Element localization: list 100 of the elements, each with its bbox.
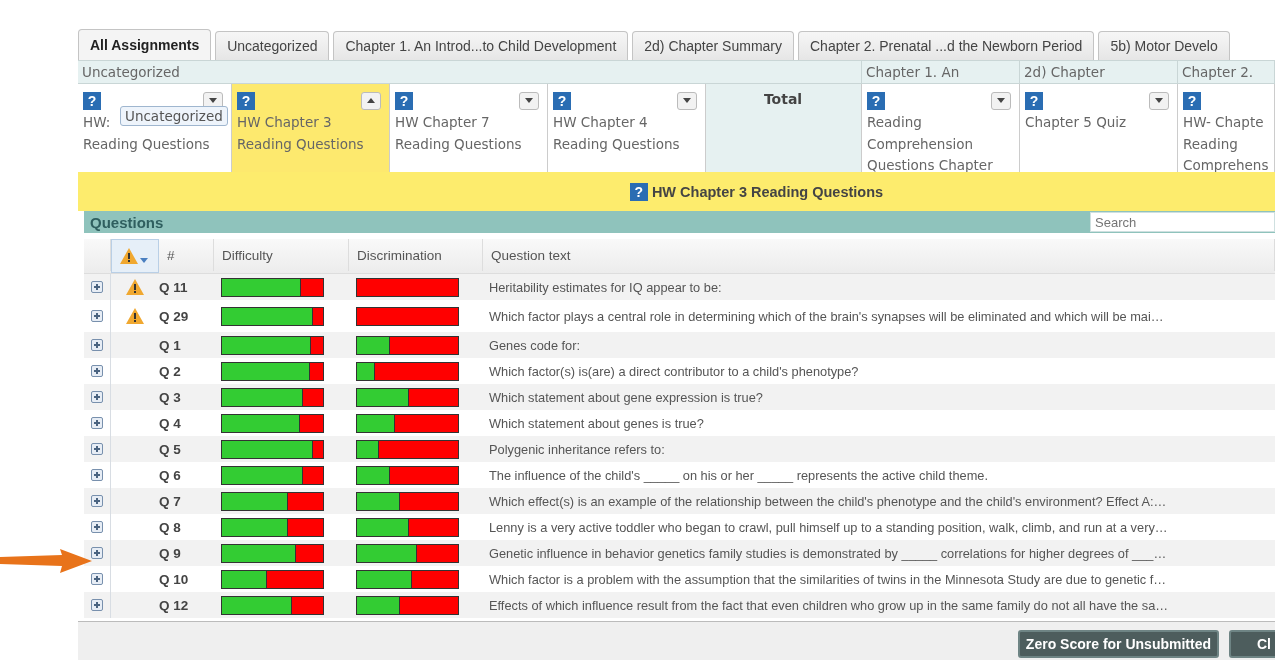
tab[interactable]: 5b) Motor Develo xyxy=(1098,31,1230,60)
table-row[interactable]: Q 29 Which factor plays a central role in determining which of the brain's synapses will be eliminated and which will be mai… xyxy=(84,300,1275,332)
total-column-header: Total xyxy=(706,84,862,172)
question-number: Q 10 xyxy=(159,570,190,589)
help-icon[interactable]: ? xyxy=(395,92,413,110)
help-icon[interactable]: ? xyxy=(237,92,255,110)
table-row[interactable]: Q 11 Heritability estimates for IQ appear to be: xyxy=(84,274,1275,300)
tab[interactable]: Chapter 1. An Introd...to Child Development xyxy=(333,31,629,60)
table-row[interactable]: Q 10 Which factor is a problem with the assumption that the similarities of twins in the Minnesota Study are due to genetic f… xyxy=(84,566,1275,592)
assignment-title: Reading xyxy=(1183,135,1238,153)
sort-caret-icon xyxy=(140,257,148,263)
caret-down-icon xyxy=(997,98,1005,103)
question-number: Q 5 xyxy=(159,440,182,459)
assignment-title: HW Chapter 7 xyxy=(395,114,490,132)
help-icon[interactable]: ? xyxy=(629,182,648,201)
caret-up-icon xyxy=(367,98,375,103)
assignment-title: Reading Questions xyxy=(395,135,522,153)
question-text: Which factor is a problem with the assumption that the similarities of twins in the Minnesota Study are due to genetic f… xyxy=(489,571,1167,587)
category-header: Uncategorized xyxy=(78,61,862,83)
question-number: Q 7 xyxy=(159,492,182,511)
column-header[interactable]: Question text xyxy=(483,239,1275,271)
table-row[interactable]: Q 1 Genes code for: xyxy=(84,332,1275,358)
help-icon[interactable]: ? xyxy=(83,92,101,110)
assignment-title: Reading Questions xyxy=(553,135,680,153)
expand-icon[interactable] xyxy=(91,573,103,585)
question-number: Q 11 xyxy=(159,278,189,297)
column-header[interactable]: Difficulty xyxy=(214,239,349,271)
expand-icon[interactable] xyxy=(91,599,103,611)
question-text: Genes code for: xyxy=(489,337,581,353)
expand-icon[interactable] xyxy=(91,417,103,429)
table-row[interactable]: Q 9 Genetic influence in behavior genetics family studies is demonstrated by _____ correlations for higher degrees of ___… xyxy=(84,540,1275,566)
help-icon[interactable]: ? xyxy=(867,92,885,110)
question-text: Which effect(s) is an example of the relationship between the child's phenotype and the child's environment? Effect A:… xyxy=(489,493,1167,509)
expand-icon[interactable] xyxy=(91,547,103,559)
assignment-title: Reading xyxy=(867,114,922,132)
dropdown-toggle[interactable] xyxy=(519,92,539,110)
selected-assignment-title: HW Chapter 3 Reading Questions xyxy=(651,183,884,200)
table-row[interactable]: Q 3 Which statement about gene expression is true? xyxy=(84,384,1275,410)
help-icon[interactable]: ? xyxy=(1025,92,1043,110)
dropdown-toggle[interactable] xyxy=(677,92,697,110)
dropdown-toggle[interactable] xyxy=(1149,92,1169,110)
column-header[interactable]: # xyxy=(159,239,214,271)
table-row[interactable]: Q 6 The influence of the child's _____ on his or her _____ represents the active child theme. xyxy=(84,462,1275,488)
question-text: Which statement about genes is true? xyxy=(489,415,704,431)
category-header: Chapter 2. xyxy=(1178,61,1275,83)
tab[interactable]: Chapter 2. Prenatal ...d the Newborn Period xyxy=(798,31,1095,60)
dropdown-toggle[interactable] xyxy=(991,92,1011,110)
question-number: Q 3 xyxy=(159,388,182,407)
expand-icon[interactable] xyxy=(91,310,103,322)
help-icon[interactable]: ? xyxy=(1183,92,1201,110)
question-number: Q 4 xyxy=(159,414,182,433)
caret-down-icon xyxy=(209,98,217,103)
tab[interactable]: All Assignments xyxy=(78,29,212,60)
assignment-title: HW- Chapte xyxy=(1183,114,1264,132)
question-number: Q 2 xyxy=(159,362,182,381)
expand-icon[interactable] xyxy=(91,469,103,481)
caret-down-icon xyxy=(1155,98,1163,103)
warning-icon[interactable] xyxy=(120,248,138,264)
tab[interactable]: Uncategorized xyxy=(215,31,330,60)
assignment-title: Questions Chapter xyxy=(867,157,993,172)
table-row[interactable]: Q 5 Polygenic inheritance refers to: xyxy=(84,436,1275,462)
panel-title: Questions xyxy=(89,213,164,231)
search-field[interactable]: Search xyxy=(1090,212,1275,232)
expand-icon[interactable] xyxy=(91,391,103,403)
tooltip: Uncategorized xyxy=(120,106,228,126)
question-text: Genetic influence in behavior genetics family studies is demonstrated by _____ correlations for higher degrees of ___… xyxy=(489,545,1167,561)
assignment-column-header[interactable]: ? HW Chapter 3 Reading Questions xyxy=(232,84,390,172)
assignment-title: Reading Questions xyxy=(237,135,364,153)
footer-button[interactable]: Zero Score for Unsubmitted xyxy=(1017,630,1219,658)
caret-down-icon xyxy=(683,98,691,103)
question-text: Which factor plays a central role in determining which of the brain's synapses will be eliminated and which will be mai… xyxy=(489,308,1164,324)
question-text: Which factor(s) is(are) a direct contributor to a child's phenotype? xyxy=(489,363,859,379)
caret-down-icon xyxy=(525,98,533,103)
table-row[interactable]: Q 4 Which statement about genes is true? xyxy=(84,410,1275,436)
assignment-title: Reading Questions xyxy=(83,135,210,153)
question-number: Q 8 xyxy=(159,518,182,537)
assignment-title: HW: xyxy=(83,114,111,132)
table-row[interactable]: Q 7 Which effect(s) is an example of the relationship between the child's phenotype and the child's environment? Effect A:… xyxy=(84,488,1275,514)
question-number: Q 6 xyxy=(159,466,182,485)
footer-button[interactable]: Cl xyxy=(1229,630,1275,658)
question-number: Q 1 xyxy=(159,336,182,355)
question-text: Which statement about gene expression is true? xyxy=(489,389,763,405)
expand-icon[interactable] xyxy=(91,495,103,507)
expand-icon[interactable] xyxy=(91,365,103,377)
question-text: Polygenic inheritance refers to: xyxy=(489,441,665,457)
table-row[interactable]: Q 12 Effects of which influence result from the fact that even children who grow up in the same family do not all have the sa… xyxy=(84,592,1275,618)
assignment-title: Comprehension xyxy=(867,135,973,153)
column-header[interactable]: Discrimination xyxy=(349,239,483,271)
expand-icon[interactable] xyxy=(91,443,103,455)
expand-icon[interactable] xyxy=(91,281,103,293)
question-text: The influence of the child's _____ on his or her _____ represents the active child theme. xyxy=(489,467,988,483)
category-header: 2d) Chapter xyxy=(1020,61,1178,83)
tab[interactable]: 2d) Chapter Summary xyxy=(632,31,794,60)
help-icon[interactable]: ? xyxy=(553,92,571,110)
expand-icon[interactable] xyxy=(91,521,103,533)
table-row[interactable]: Q 8 Lenny is a very active toddler who began to crawl, pull himself up to a standing position, walk, climb, and run at a very… xyxy=(84,514,1275,540)
table-row[interactable]: Q 2 Which factor(s) is(are) a direct contributor to a child's phenotype? xyxy=(84,358,1275,384)
dropdown-toggle[interactable] xyxy=(361,92,381,110)
expand-icon[interactable] xyxy=(91,339,103,351)
question-number: Q 29 xyxy=(159,307,190,326)
